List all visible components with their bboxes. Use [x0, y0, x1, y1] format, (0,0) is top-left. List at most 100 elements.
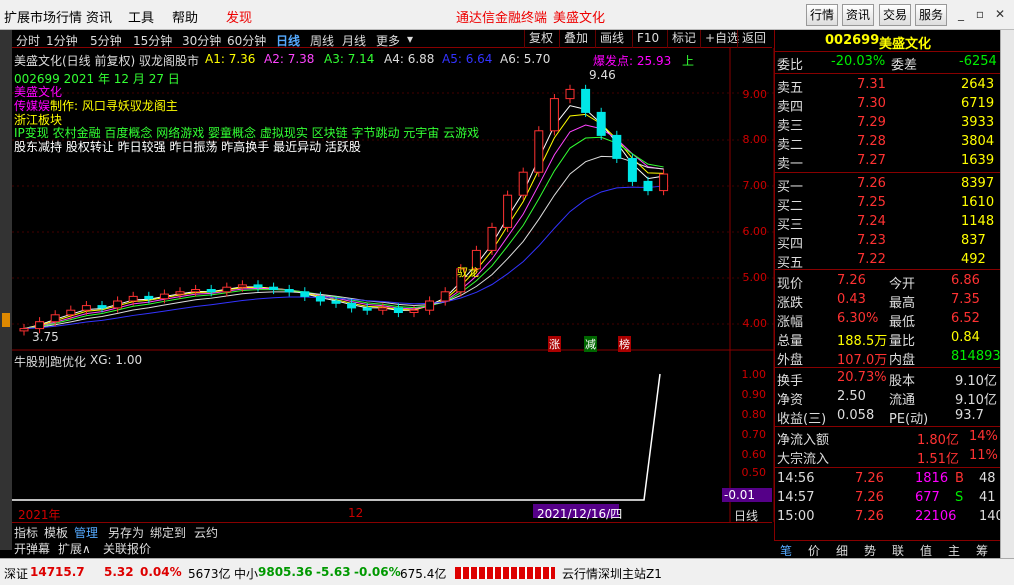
draw-button[interactable]: 画线 [595, 30, 628, 48]
minimize-icon[interactable]: _ [953, 6, 969, 22]
ask-volume: 3804 [961, 134, 995, 149]
period-weekly[interactable]: 周线 [310, 32, 334, 49]
price-tick: 7.00 [742, 179, 768, 192]
candle-body [549, 98, 559, 132]
toggle-extend[interactable]: 扩展∧ [58, 540, 91, 557]
quote-tab[interactable]: 价 [808, 542, 820, 559]
cursor-date: 2021/12/16/四 [537, 507, 623, 521]
quote-tab[interactable]: 笔 [780, 542, 792, 559]
ma-a5: A5: 6.64 [442, 52, 493, 66]
tick-price: 7.26 [855, 490, 884, 505]
lower-current-value: -0.01 [724, 488, 756, 502]
period-15min[interactable]: 15分钟 [133, 32, 172, 49]
period-5min[interactable]: 5分钟 [90, 32, 122, 49]
sz-index[interactable]: 14715.7 [30, 565, 85, 579]
back-button[interactable]: 返回 [737, 30, 770, 48]
period-more[interactable]: 更多 [376, 32, 400, 49]
bid-volume: 1148 [961, 214, 995, 229]
candle-body [659, 173, 669, 192]
low-annotation: 3.75 [32, 330, 59, 344]
menu-tools[interactable]: 工具 [128, 7, 154, 26]
stat-label: 涨幅 [777, 315, 804, 330]
stat-label: 最低 [889, 315, 916, 330]
server-label[interactable]: 云行情深圳主站Z1 [562, 565, 662, 582]
stat-value: 0.43 [837, 292, 866, 307]
bid-price: 7.24 [857, 214, 886, 229]
bid-label: 买二 [777, 199, 804, 214]
toggle-related-quote[interactable]: 关联报价 [103, 540, 151, 557]
candle-body [222, 286, 232, 293]
tick-row: 14:56 7.26 1816 B 48 [775, 470, 1001, 489]
zx-index[interactable]: 9805.36 [258, 565, 313, 579]
stat-value: 7.26 [837, 273, 866, 288]
candle-body [518, 171, 528, 196]
quote-tab[interactable]: 势 [864, 542, 876, 559]
stat-label: 量比 [889, 334, 916, 349]
price-tick: 9.00 [742, 88, 768, 101]
bid-price: 7.26 [857, 176, 886, 191]
menu-help[interactable]: 帮助 [172, 7, 198, 26]
vertical-scrollbar[interactable] [1000, 30, 1014, 558]
left-collapse-strip[interactable] [0, 30, 12, 550]
menu-discover[interactable]: 发现 [226, 7, 252, 26]
chevron-down-icon[interactable]: ▾ [407, 32, 413, 46]
ask-label: 卖二 [777, 138, 804, 153]
period-timeshare[interactable]: 分时 [16, 32, 40, 49]
weicha-label: 委差 [891, 58, 918, 73]
tick-volume: 22106 [915, 509, 957, 524]
overlay-button[interactable]: 叠加 [559, 30, 592, 48]
mark-button[interactable]: 标记 [667, 30, 700, 48]
quote-code: 002699 [825, 33, 880, 48]
signal-list: 榜 [618, 336, 631, 352]
yulong-signal: 驭龙 [457, 266, 479, 279]
candle-body [331, 300, 341, 304]
maximize-icon[interactable]: ▫ [972, 6, 988, 22]
high-annotation: 9.46 [589, 68, 616, 82]
period-monthly[interactable]: 月线 [342, 32, 366, 49]
menu-extended-market[interactable]: 扩展市场行情 [4, 7, 82, 26]
weibi-label: 委比 [777, 58, 804, 73]
kline-chart[interactable] [12, 48, 774, 522]
candle-body [81, 305, 91, 311]
candle-body [534, 130, 544, 173]
candle-body [175, 291, 185, 295]
quote-tab[interactable]: 主 [948, 542, 960, 559]
quote-tab[interactable]: 联 [892, 542, 904, 559]
top-quote-button[interactable]: 行情 [806, 4, 838, 26]
period-60min[interactable]: 60分钟 [227, 32, 266, 49]
ask-row: 卖五 7.31 2643 [775, 76, 1001, 96]
period-30min[interactable]: 30分钟 [182, 32, 221, 49]
stat-label: 今开 [889, 277, 916, 292]
top-service-button[interactable]: 服务 [915, 4, 947, 26]
toggle-danmaku[interactable]: 开弹幕 [14, 540, 50, 557]
period-daily[interactable]: 日线 [276, 32, 300, 49]
tick-volume: 1816 [915, 471, 949, 486]
x-axis-month: 12 [348, 506, 364, 520]
top-trade-button[interactable]: 交易 [879, 4, 911, 26]
top-news-button[interactable]: 资讯 [842, 4, 874, 26]
stat-row: 净资 2.50 流通 9.10亿 [775, 388, 1001, 408]
stat-row: 收益(三) 0.058 PE(动) 93.7 [775, 407, 1001, 427]
adjust-button[interactable]: 复权 [524, 30, 557, 48]
menu-news[interactable]: 资讯 [86, 7, 112, 26]
bid-label: 买一 [777, 180, 804, 195]
candle-body [237, 284, 247, 288]
status-bar: 深证 14715.7 5.32 0.04% 5673亿 中小 9805.36 -… [0, 558, 1014, 585]
stat-label: 涨跌 [777, 296, 804, 311]
period-1min[interactable]: 1分钟 [46, 32, 78, 49]
candle-body [66, 309, 76, 316]
candle-body [50, 314, 60, 323]
tick-time: 14:56 [777, 471, 815, 486]
quote-tab[interactable]: 筹 [976, 542, 988, 559]
bid-row: 买四 7.23 837 [775, 232, 1001, 252]
candle-body [97, 305, 107, 309]
extension-tabs: 开弹幕 扩展∧ 关联报价 [12, 539, 772, 557]
f10-button[interactable]: F10 [632, 30, 663, 48]
expand-arrow-icon[interactable] [2, 313, 10, 327]
tick-row: 14:57 7.26 677 S 41 [775, 489, 1001, 508]
quote-tab[interactable]: 细 [836, 542, 848, 559]
stat-value: 9.10亿 [955, 393, 997, 408]
close-icon[interactable]: ✕ [992, 6, 1008, 22]
ask-row: 卖四 7.30 6719 [775, 95, 1001, 115]
quote-tab[interactable]: 值 [920, 542, 932, 559]
